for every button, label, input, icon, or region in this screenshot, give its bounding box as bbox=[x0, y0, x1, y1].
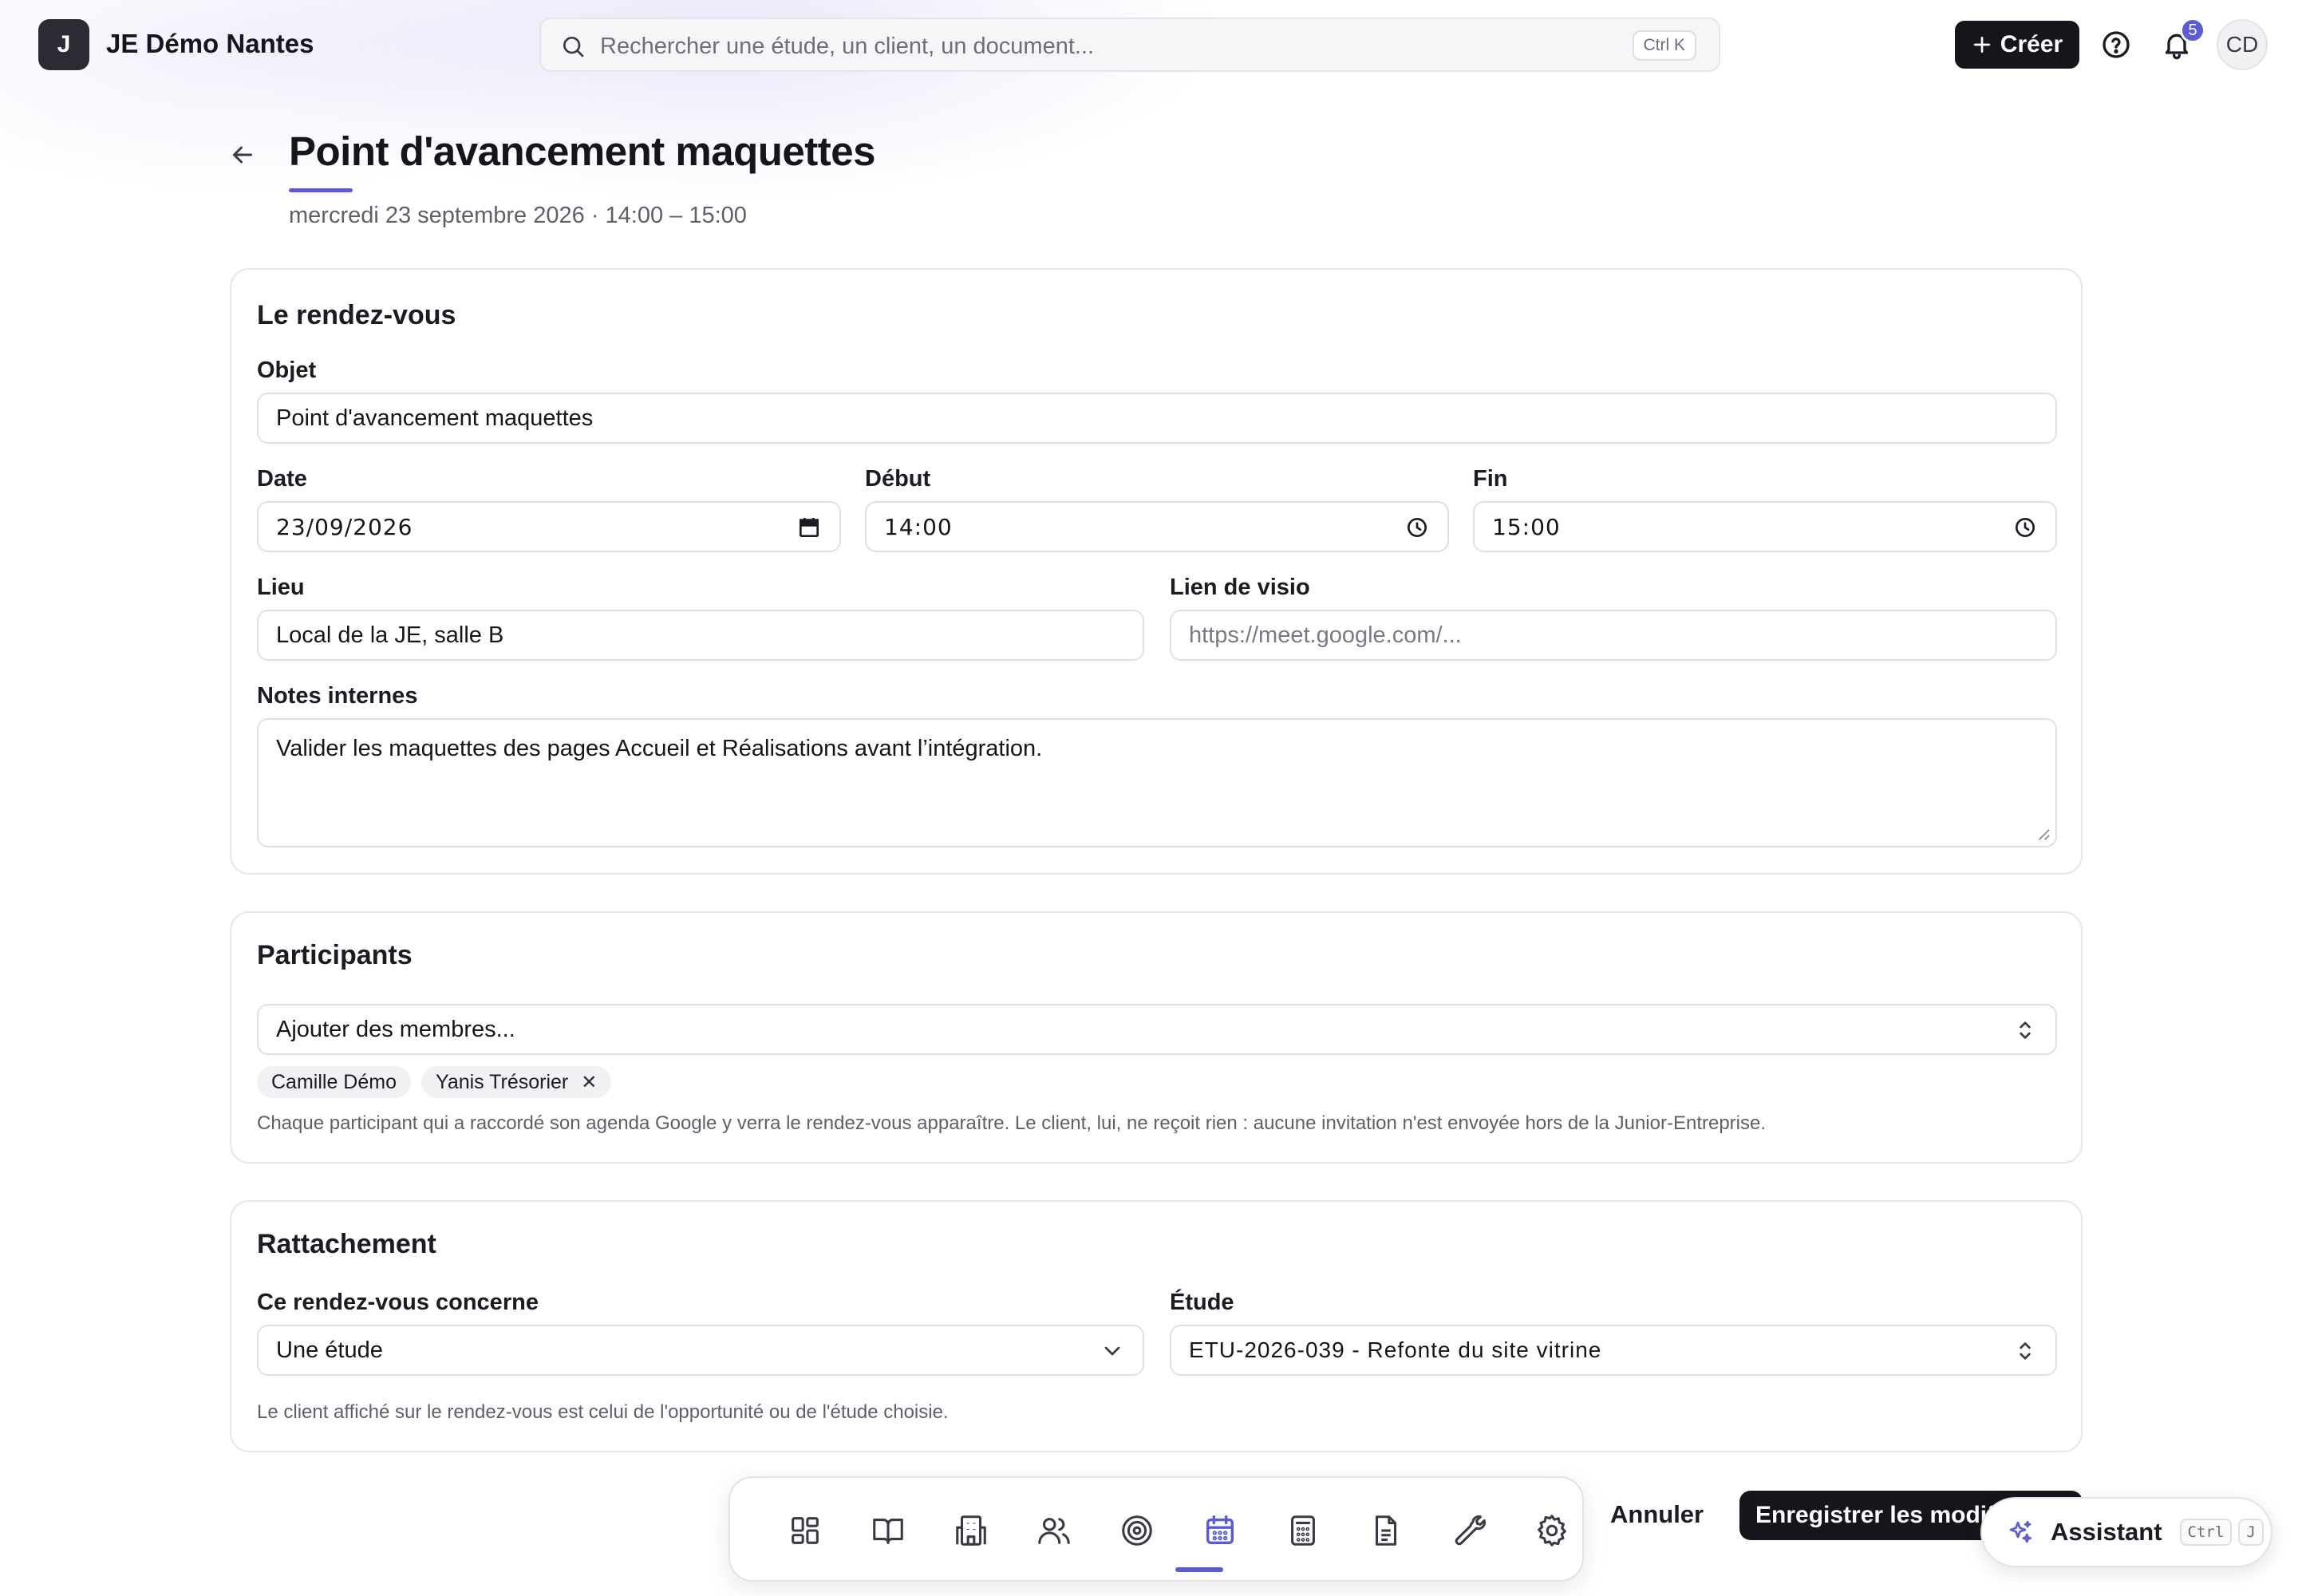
clock-icon[interactable] bbox=[2012, 515, 2038, 540]
date-field[interactable]: 23/09/2026 bbox=[257, 501, 841, 552]
calendar-icon bbox=[1206, 1515, 1234, 1545]
date-value: 23/09/2026 bbox=[276, 513, 413, 540]
dashboard-icon bbox=[792, 1517, 819, 1544]
resize-handle-icon[interactable] bbox=[2036, 827, 2051, 841]
dock-item-opportunities[interactable] bbox=[1113, 1507, 1161, 1555]
objet-field[interactable]: Point d'avancement maquettes bbox=[257, 393, 2057, 444]
remove-participant-icon[interactable]: ✕ bbox=[581, 1071, 597, 1094]
shortcut-key: J bbox=[2238, 1519, 2264, 1546]
concerne-label: Ce rendez-vous concerne bbox=[257, 1290, 539, 1315]
debut-label: Début bbox=[865, 466, 931, 492]
document-icon bbox=[1375, 1515, 1397, 1546]
chevron-updown-icon bbox=[2020, 1342, 2031, 1360]
visio-field[interactable]: https://meet.google.com/... bbox=[1170, 610, 2057, 661]
lieu-value: Local de la JE, salle B bbox=[276, 622, 504, 648]
dock-item-book[interactable] bbox=[864, 1507, 912, 1555]
page-subtitle: mercredi 23 septembre 2026 · 14:00 – 15:… bbox=[289, 203, 747, 228]
participant-chip: Camille Démo bbox=[257, 1066, 411, 1098]
objet-value: Point d'avancement maquettes bbox=[276, 405, 594, 431]
debut-field[interactable]: 14:00 bbox=[865, 501, 1449, 552]
wrench-icon bbox=[1455, 1515, 1487, 1546]
org-name[interactable]: JE Démo Nantes bbox=[106, 29, 314, 59]
create-button-label: Créer bbox=[2000, 31, 2063, 57]
etude-select[interactable]: ETU-2026-039 - Refonte du site vitrine bbox=[1170, 1325, 2057, 1376]
sparkle-icon bbox=[2009, 1520, 2032, 1543]
etude-label: Étude bbox=[1170, 1290, 1234, 1315]
participant-name: Yanis Trésorier bbox=[436, 1070, 569, 1093]
section-title: Rattachement bbox=[257, 1229, 436, 1259]
add-members-select[interactable]: Ajouter des membres... bbox=[257, 1004, 2057, 1055]
dock-active-indicator bbox=[1175, 1567, 1223, 1572]
concerne-select[interactable]: Une étude bbox=[257, 1325, 1144, 1376]
search-shortcut: Ctrl K bbox=[1632, 30, 1696, 61]
search-icon bbox=[563, 37, 584, 57]
dock-item-accounting[interactable] bbox=[1279, 1507, 1327, 1555]
book-icon bbox=[873, 1519, 903, 1544]
search-placeholder: Rechercher une étude, un client, un docu… bbox=[600, 34, 1095, 59]
search-input[interactable]: Rechercher une étude, un client, un docu… bbox=[539, 18, 1720, 72]
assistant-label: Assistant bbox=[2051, 1518, 2162, 1546]
shortcut-key: Ctrl bbox=[2179, 1519, 2233, 1546]
building-icon bbox=[956, 1515, 986, 1546]
participants-card: Participants Ajouter des membres... Cami… bbox=[230, 911, 2083, 1163]
back-arrow-icon[interactable] bbox=[228, 140, 257, 169]
page-title: Point d'avancement maquettes bbox=[289, 128, 876, 174]
title-underline bbox=[289, 188, 353, 192]
chevron-updown-icon bbox=[2020, 1021, 2031, 1039]
lieu-label: Lieu bbox=[257, 575, 305, 600]
section-title: Participants bbox=[257, 940, 413, 970]
rendezvous-card: Le rendez-vous Objet Point d'avancement … bbox=[230, 268, 2083, 875]
add-members-placeholder: Ajouter des membres... bbox=[276, 1016, 515, 1042]
objet-label: Objet bbox=[257, 358, 317, 383]
date-label: Date bbox=[257, 466, 307, 492]
users-icon bbox=[1038, 1518, 1070, 1544]
notes-label: Notes internes bbox=[257, 683, 418, 709]
calendar-picker-icon[interactable] bbox=[796, 515, 822, 540]
dock-item-settings[interactable] bbox=[1528, 1507, 1576, 1555]
notes-value: Valider les maquettes des pages Accueil … bbox=[276, 736, 1043, 761]
rattachement-helper: Le client affiché sur le rendez-vous est… bbox=[257, 1401, 949, 1423]
debut-value: 14:00 bbox=[884, 513, 953, 540]
concerne-value: Une étude bbox=[276, 1337, 383, 1363]
dock-item-dashboard[interactable] bbox=[781, 1507, 829, 1555]
lieu-field[interactable]: Local de la JE, salle B bbox=[257, 610, 1144, 661]
cancel-button[interactable]: Annuler bbox=[1610, 1500, 1704, 1529]
top-bar: J JE Démo Nantes Rechercher une étude, u… bbox=[0, 0, 2298, 89]
visio-label: Lien de visio bbox=[1170, 575, 1310, 600]
rattachement-card: Rattachement Ce rendez-vous concerne Une… bbox=[230, 1200, 2083, 1452]
chevron-down-icon bbox=[1104, 1346, 1120, 1356]
create-button[interactable]: Créer bbox=[1955, 21, 2079, 69]
avatar[interactable]: CD bbox=[2217, 19, 2268, 70]
fin-label: Fin bbox=[1473, 466, 1508, 492]
notification-badge: 5 bbox=[2180, 18, 2205, 43]
etude-value: ETU-2026-039 - Refonte du site vitrine bbox=[1189, 1337, 1602, 1362]
fin-field[interactable]: 15:00 bbox=[1473, 501, 2057, 552]
participant-name: Camille Démo bbox=[271, 1070, 397, 1093]
calculator-icon bbox=[1291, 1515, 1315, 1546]
settings-icon bbox=[1538, 1515, 1566, 1547]
section-title: Le rendez-vous bbox=[257, 300, 456, 330]
participants-helper: Chaque participant qui a raccordé son ag… bbox=[257, 1112, 1767, 1134]
dock-item-documents[interactable] bbox=[1362, 1507, 1410, 1555]
fin-value: 15:00 bbox=[1492, 513, 1561, 540]
dock-item-members[interactable] bbox=[1030, 1507, 1078, 1555]
help-icon[interactable] bbox=[2100, 29, 2132, 61]
bottom-dock bbox=[728, 1476, 1584, 1582]
org-logo[interactable]: J bbox=[38, 19, 89, 70]
visio-placeholder: https://meet.google.com/... bbox=[1189, 622, 1462, 648]
dock-item-calendar[interactable] bbox=[1196, 1507, 1244, 1555]
dock-item-tools[interactable] bbox=[1445, 1507, 1493, 1555]
assistant-button[interactable]: Assistant Ctrl J bbox=[1980, 1497, 2272, 1567]
notes-textarea[interactable]: Valider les maquettes des pages Accueil … bbox=[257, 718, 2057, 847]
clock-icon[interactable] bbox=[1404, 515, 1430, 540]
participant-chip: Yanis Trésorier ✕ bbox=[421, 1066, 612, 1098]
dock-item-companies[interactable] bbox=[947, 1507, 995, 1555]
target-icon bbox=[1122, 1515, 1152, 1546]
plus-icon bbox=[1973, 36, 1990, 53]
